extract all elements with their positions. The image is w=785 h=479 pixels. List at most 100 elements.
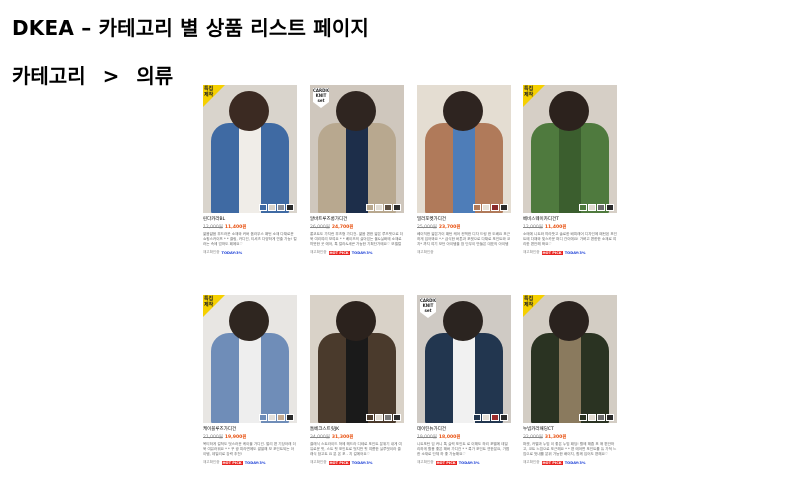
product-name[interactable]: 누빔카라패딩CT [523, 426, 617, 432]
product-description: 클래식 스트라이드 쳐에 헤드라 디테로 포인트 분위기 내게 여유로운 핏, … [310, 442, 402, 456]
color-swatch[interactable] [268, 204, 276, 211]
color-swatch[interactable] [366, 204, 374, 211]
product-description: 퍼켓, 카멜과 누빔 이 좋은 누빔 패딩! 활에 해줍 포 매 편안하고, 코… [523, 442, 617, 456]
color-swatch[interactable] [393, 204, 401, 211]
product-price: 32,000원 31,300원 [523, 434, 617, 440]
color-swatch[interactable] [286, 204, 294, 211]
color-swatch[interactable] [375, 204, 383, 211]
color-swatch[interactable] [597, 414, 605, 421]
special-badge-label: 특집 제작 [524, 296, 534, 308]
color-swatch[interactable] [597, 204, 605, 211]
color-swatch[interactable] [606, 204, 614, 211]
breadcrumb-current: 의류 [136, 64, 174, 88]
product-card[interactable]: 특집 제작누빔카라패딩CT 32,000원 31,300원퍼켓, 카멜과 누빔 이 좋… [523, 295, 617, 465]
color-swatch[interactable] [473, 204, 481, 211]
hair-shape [336, 301, 376, 341]
color-swatch[interactable] [500, 204, 508, 211]
product-name[interactable]: 데이틴뉴가디건 [417, 426, 511, 432]
original-price: 19,000원 [417, 435, 437, 440]
product-name[interactable]: 케이블루즈가디건 [203, 426, 297, 432]
delivery-tag: 재고확인중 [417, 460, 434, 464]
product-card[interactable]: CARDIGAN KNIT set 데이틴뉴가디건 19,000원 18,000원니트포탄… [417, 295, 511, 465]
hair-shape [229, 91, 269, 131]
product-card[interactable]: 톰베크스트릿JK 34,000원 31,300원클래식 스트라이드 쳐에 헤드라 디… [310, 295, 404, 465]
color-swatch[interactable] [384, 204, 392, 211]
today-tag: TODAY:3% [351, 250, 373, 255]
hair-shape [549, 301, 589, 341]
color-swatch[interactable] [393, 414, 401, 421]
product-image[interactable] [310, 295, 404, 423]
today-tag: TODAY:3% [351, 460, 373, 465]
original-price: 25,000원 [417, 225, 437, 230]
product-description: 니트포탄 임 커니 톡 실력 포인트 로 이해도 하리 포뗼에 데일리하게 활용… [417, 442, 510, 456]
product-image[interactable]: CARDIGAN KNIT set [310, 85, 404, 213]
color-swatch[interactable] [482, 414, 490, 421]
sale-price: 23,700원 [438, 225, 461, 230]
product-image[interactable]: 특집 제작 [203, 85, 297, 213]
product-image[interactable]: 특집 제작 [523, 295, 617, 423]
sale-price: 31,300원 [331, 435, 354, 440]
product-card[interactable]: 밀러포켓가디건 25,000원 23,700원베이직한 얇은가이 패턴 케어 컨백한… [417, 85, 511, 255]
today-tag: TODAY:3% [221, 250, 243, 255]
product-price: 19,000원 18,000원 [417, 434, 511, 440]
color-swatches [473, 414, 508, 421]
product-tags: 재고확인중 [417, 250, 511, 255]
product-price: 34,000원 31,300원 [310, 434, 404, 440]
product-price: 12,000원 11,400원 [203, 224, 297, 230]
product-image[interactable] [417, 85, 511, 213]
inner-shape [346, 127, 368, 213]
product-name[interactable]: 밀러포켓가디건 [417, 216, 511, 222]
product-price: 12,000원 11,400원 [523, 224, 617, 230]
delivery-tag: 재고확인중 [523, 250, 540, 254]
color-swatch[interactable] [259, 414, 267, 421]
product-card[interactable]: 특집 제작 린다카라BL 12,000원 11,400원 얇음얇음 부드러운 소재와 커버… [203, 85, 297, 255]
color-swatch[interactable] [491, 414, 499, 421]
sale-price: 31,300원 [544, 435, 567, 440]
product-name[interactable]: 린다카라BL [203, 216, 297, 222]
color-swatch[interactable] [286, 414, 294, 421]
hair-shape [549, 91, 589, 131]
product-image[interactable]: 특집 제작 [523, 85, 617, 213]
product-tags: 재고확인중 TODAY:3% [203, 250, 297, 255]
product-card[interactable]: 특집 제작 베비스웨이카디건T 12,000원 11,400원 소매에 니트와 따라뜻고 … [523, 85, 617, 255]
delivery-tag: 재고확인중 [203, 250, 220, 254]
sale-price: 11,400원 [224, 225, 247, 230]
delivery-tag: 재고확인중 [310, 460, 327, 464]
color-swatch[interactable] [500, 414, 508, 421]
color-swatch[interactable] [277, 414, 285, 421]
hot-pick-tag: HOT PICK [328, 460, 350, 465]
product-card[interactable]: 특집 제작 케이블루즈가디건 21,000원 19,900원 목티하게 걸쳐도 멋스러운 … [203, 295, 297, 465]
color-swatches [259, 204, 294, 211]
color-swatch[interactable] [491, 204, 499, 211]
original-price: 34,000원 [310, 435, 330, 440]
color-swatch[interactable] [277, 204, 285, 211]
color-swatch[interactable] [606, 414, 614, 421]
color-swatch[interactable] [366, 414, 374, 421]
product-image[interactable]: 특집 제작 [203, 295, 297, 423]
color-swatch[interactable] [588, 204, 596, 211]
breadcrumb: 카테고리 > 의류 [12, 60, 173, 89]
color-swatch[interactable] [473, 414, 481, 421]
special-badge-label: 특집 제작 [524, 86, 534, 98]
breadcrumb-parent[interactable]: 카테고리 [12, 64, 86, 88]
hair-shape [443, 91, 483, 131]
color-swatch[interactable] [579, 414, 587, 421]
color-swatches [579, 204, 614, 211]
product-name[interactable]: 알바트루즈롱가디건 [310, 216, 404, 222]
color-swatch[interactable] [588, 414, 596, 421]
color-swatch[interactable] [579, 204, 587, 211]
product-description: 베이직한 얇은가이 패턴 케어 컨백한 디자 드링 한 도베요 포근하게 입어봐… [417, 232, 511, 246]
color-swatch[interactable] [268, 414, 276, 421]
color-swatch[interactable] [482, 204, 490, 211]
color-swatch[interactable] [259, 204, 267, 211]
hair-shape [229, 301, 269, 341]
product-image[interactable]: CARDIGAN KNIT set [417, 295, 511, 423]
product-card[interactable]: CARDIGAN KNIT set 알바트루즈롱가디건 26,000원 24,700원 롱코… [310, 85, 404, 255]
product-name[interactable]: 베비스웨이카디건T [523, 216, 617, 222]
product-name[interactable]: 톰베크스트릿JK [310, 426, 404, 432]
color-swatches [579, 414, 614, 421]
original-price: 12,000원 [523, 225, 543, 230]
color-swatch[interactable] [375, 414, 383, 421]
hot-pick-tag: HOT PICK [328, 250, 350, 255]
color-swatch[interactable] [384, 414, 392, 421]
